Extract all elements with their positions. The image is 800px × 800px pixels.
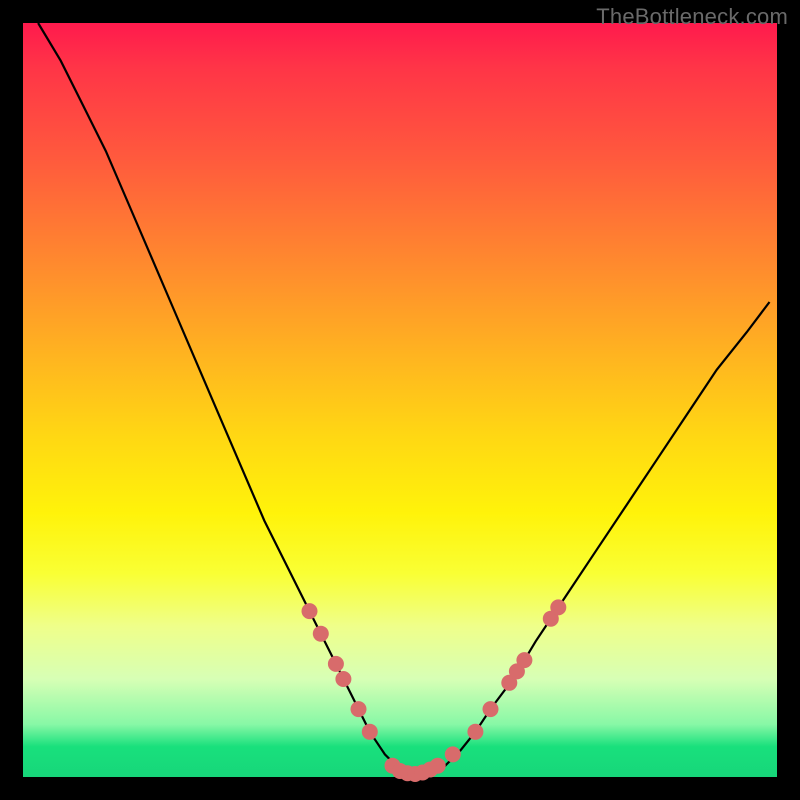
data-marker xyxy=(335,671,351,687)
data-marker xyxy=(430,758,446,774)
data-marker xyxy=(302,603,318,619)
data-marker xyxy=(483,701,499,717)
data-marker xyxy=(467,724,483,740)
data-marker xyxy=(313,626,329,642)
chart-area xyxy=(23,23,777,777)
bottleneck-plot xyxy=(23,23,777,777)
data-marker xyxy=(328,656,344,672)
data-marker xyxy=(550,599,566,615)
marker-group xyxy=(302,599,567,782)
bottleneck-curve xyxy=(38,23,769,775)
data-marker xyxy=(445,746,461,762)
data-marker xyxy=(516,652,532,668)
watermark-text: TheBottleneck.com xyxy=(596,4,788,30)
data-marker xyxy=(351,701,367,717)
data-marker xyxy=(362,724,378,740)
